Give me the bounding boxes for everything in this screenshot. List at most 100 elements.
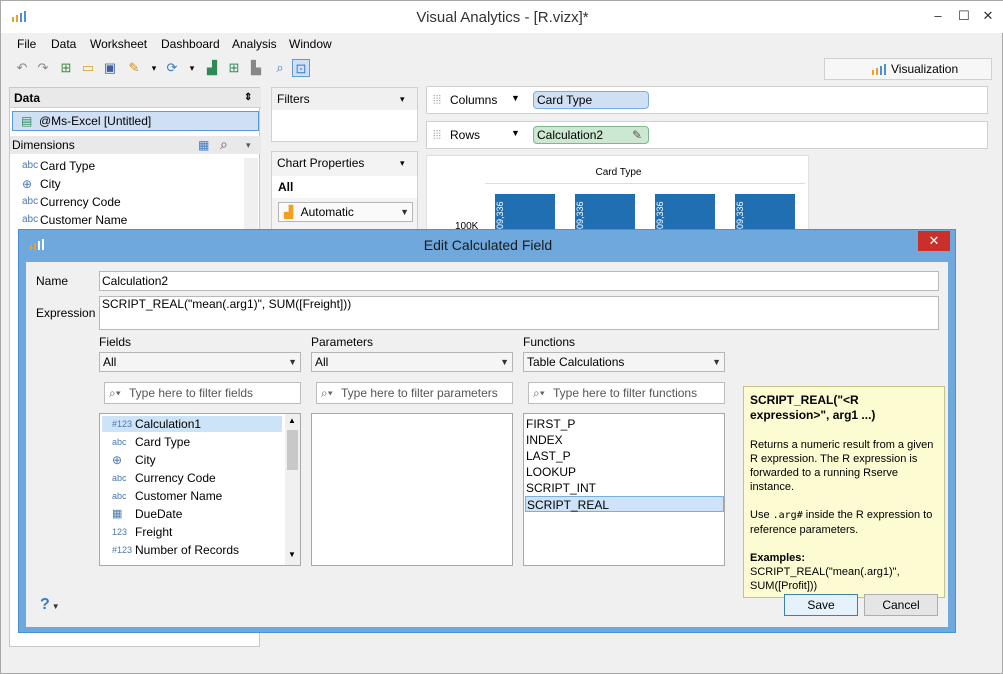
save-button[interactable]: Save (784, 594, 858, 616)
menu-window[interactable]: Window (289, 37, 332, 51)
dimension-item[interactable]: abc Currency Code (20, 193, 121, 211)
refresh-icon[interactable]: ⟳ (163, 59, 181, 77)
status-bar (1, 647, 1002, 673)
open-icon[interactable]: ▭ (79, 59, 97, 77)
table-icon[interactable]: ▦ (198, 136, 209, 154)
list-item[interactable]: SCRIPT_INT (525, 480, 724, 496)
list-item[interactable]: ⊕ City (102, 452, 156, 468)
list-item[interactable]: LAST_P (525, 448, 724, 464)
menu-data[interactable]: Data (51, 37, 76, 51)
functions-combo-value: Table Calculations (527, 355, 625, 369)
functions-combo[interactable]: Table Calculations ▼ (523, 352, 725, 372)
dimensions-title: Dimensions (12, 138, 75, 152)
field-label: Freight (135, 525, 173, 539)
list-item[interactable]: #123 Calculation1 (102, 416, 282, 432)
tab-visualization-label: Visualization (891, 62, 959, 76)
close-icon[interactable]: ✕ (918, 231, 950, 251)
parameters-list[interactable] (311, 413, 513, 566)
filters-header: Filters ▾ (272, 88, 417, 110)
edit-icon[interactable]: ✎ (632, 127, 642, 143)
save-icon[interactable]: ▣ (101, 59, 119, 77)
dimension-item[interactable]: abc Customer Name (20, 211, 127, 229)
add-chart-icon[interactable]: ▟ (203, 59, 221, 77)
grip-icon: ⦙⦙⦙ (433, 93, 442, 107)
dimension-label: Customer Name (40, 213, 128, 227)
list-item[interactable]: abc Currency Code (102, 470, 216, 486)
chart-properties-section[interactable]: All (272, 176, 417, 198)
dimension-item[interactable]: abc Card Type (20, 157, 95, 175)
data-source-item[interactable]: ▤ @Ms-Excel [Untitled] (12, 111, 259, 131)
globe-icon: ⊕ (22, 177, 33, 191)
rows-pill[interactable]: Calculation2 ✎ (533, 126, 649, 144)
scrollbar-thumb[interactable] (287, 430, 298, 470)
minimize-button[interactable]: – (925, 7, 951, 25)
rows-pill-label: Calculation2 (537, 128, 604, 142)
search-icon[interactable]: ⌕ (220, 135, 228, 153)
list-item-selected[interactable]: SCRIPT_REAL (525, 496, 724, 512)
mark-type-select[interactable]: ▟ Automatic ▼ (278, 202, 413, 222)
rows-label: Rows (450, 128, 481, 142)
select-icon[interactable]: ⊡ (292, 59, 310, 77)
chevron-down-icon[interactable]: ▾ (183, 59, 201, 77)
chevron-down-icon[interactable]: ▼ (288, 550, 296, 559)
chevron-down-icon: ▼ (288, 357, 297, 367)
parameters-filter-input[interactable]: ⌕▾ Type here to filter parameters (316, 382, 513, 404)
bar-chart-icon: ▟ (284, 205, 294, 219)
text-type-icon: abc (22, 196, 39, 207)
fields-combo[interactable]: All ▼ (99, 352, 301, 372)
menu-file[interactable]: File (17, 37, 36, 51)
dimensions-scrollbar[interactable] (244, 158, 258, 233)
chart-title: Card Type (595, 167, 642, 178)
help-usage-text: Use (750, 509, 773, 521)
search-icon: ⌕▾ (321, 386, 333, 400)
maximize-button[interactable]: ☐ (951, 7, 977, 25)
dimensions-header: Dimensions ▦ ⌕ ▾ (10, 136, 261, 154)
redo-icon[interactable]: ↷ (34, 59, 52, 77)
menu-worksheet[interactable]: Worksheet (90, 37, 147, 51)
fields-combo-value: All (103, 355, 117, 369)
chevron-down-icon[interactable]: ▾ (145, 59, 163, 77)
list-item[interactable]: FIRST_P (525, 416, 724, 432)
bar-chart-icon[interactable]: ▙ (247, 59, 265, 77)
list-item[interactable]: #123 Number of Records (102, 542, 239, 558)
dimension-item[interactable]: ⊕ City (20, 175, 61, 193)
undo-icon[interactable]: ↶ (13, 59, 31, 77)
close-window-button[interactable]: ✕ (975, 7, 1001, 25)
help-description: Returns a numeric result from a given R … (750, 439, 934, 493)
parameters-combo[interactable]: All ▼ (311, 352, 513, 372)
fields-scrollbar[interactable]: ▲ ▼ (285, 414, 300, 565)
chevron-up-icon[interactable]: ▲ (288, 416, 296, 425)
columns-pill[interactable]: Card Type (533, 91, 649, 109)
calc-number-icon: #123 (112, 545, 133, 555)
chevron-down-icon[interactable]: ▼ (511, 93, 520, 103)
help-button[interactable]: ? ▼ (40, 596, 60, 614)
cancel-button[interactable]: Cancel (864, 594, 938, 616)
chevron-down-icon[interactable]: ▾ (400, 152, 405, 174)
window-title: Visual Analytics - [R.vizx]* (416, 9, 589, 26)
filter-icon[interactable]: ⌕ (271, 59, 289, 77)
menu-dashboard[interactable]: Dashboard (161, 37, 220, 51)
name-field[interactable]: Calculation2 (99, 271, 939, 291)
chevron-down-icon: ▼ (400, 207, 409, 217)
chevron-down-icon[interactable]: ▼ (511, 128, 520, 138)
chevron-down-icon[interactable]: ▾ (400, 88, 405, 110)
fields-filter-input[interactable]: ⌕▾ Type here to filter fields (104, 382, 301, 404)
new-icon[interactable]: ⊞ (57, 59, 75, 77)
sort-icon[interactable]: ⇕ (244, 88, 252, 108)
tab-visualization[interactable]: Visualization (824, 58, 992, 80)
chevron-down-icon[interactable]: ▾ (246, 136, 251, 154)
list-item[interactable]: abc Card Type (102, 434, 190, 450)
expression-field[interactable]: SCRIPT_REAL("mean(.arg1)", SUM([Freight]… (99, 296, 939, 330)
wand-icon[interactable]: ✎ (125, 59, 143, 77)
list-item[interactable]: abc Customer Name (102, 488, 222, 504)
text-type-icon: abc (22, 214, 39, 225)
list-item[interactable]: LOOKUP (525, 464, 724, 480)
functions-filter-input[interactable]: ⌕▾ Type here to filter functions (528, 382, 725, 404)
text-type-icon: abc (22, 160, 39, 171)
list-item[interactable]: INDEX (525, 432, 724, 448)
list-item[interactable]: 123 Freight (102, 524, 172, 540)
add-sheet-icon[interactable]: ⊞ (225, 59, 243, 77)
fields-filter-placeholder: Type here to filter fields (129, 386, 254, 400)
list-item[interactable]: ▦ DueDate (102, 506, 182, 522)
menu-analysis[interactable]: Analysis (232, 37, 277, 51)
